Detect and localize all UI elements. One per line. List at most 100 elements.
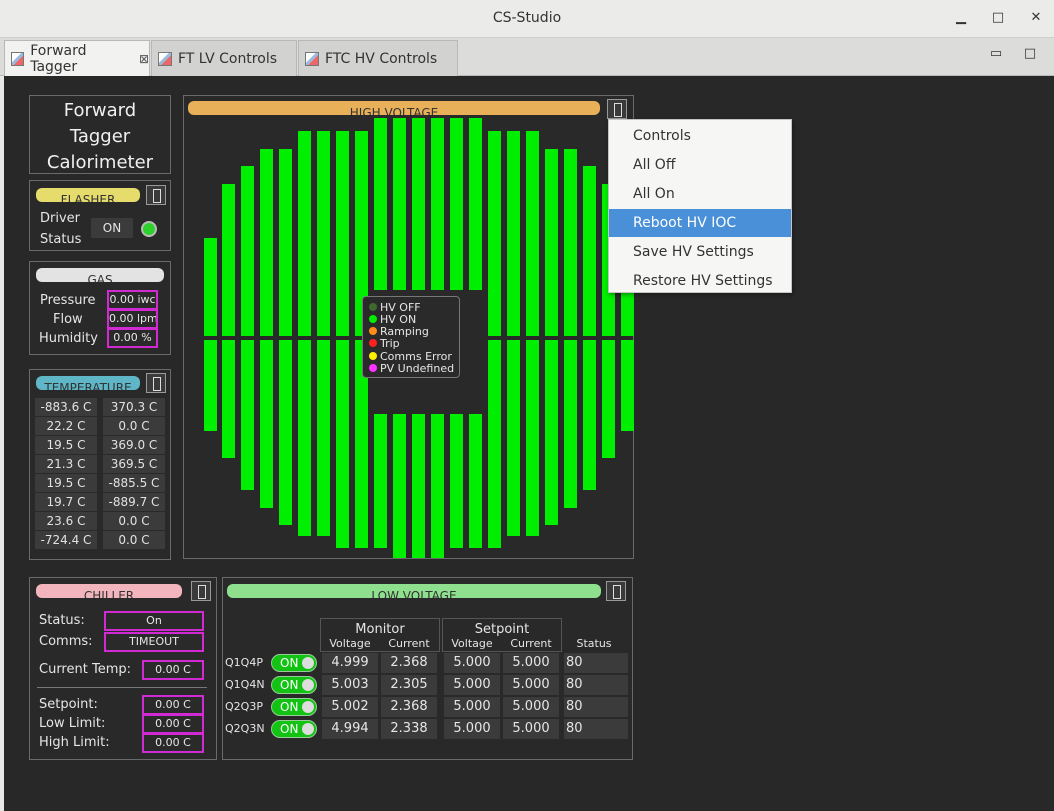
low-voltage-menu-button[interactable] — [606, 581, 626, 601]
temperature-value: -885.5 C — [103, 474, 165, 492]
temperature-value: 370.3 C — [103, 398, 165, 416]
hv-channel-block[interactable] — [526, 340, 539, 536]
window-title: CS-Studio — [492, 10, 562, 26]
hv-channel-block[interactable] — [602, 340, 615, 458]
hv-channel-block[interactable] — [412, 414, 425, 558]
minimize-view-button[interactable]: ▭ — [986, 46, 1006, 64]
hv-channel-block[interactable] — [204, 238, 217, 336]
hv-channel-block[interactable] — [412, 118, 425, 290]
tab-ft-lv-controls[interactable]: FT LV Controls — [151, 40, 297, 76]
setpoint-voltage-value: 5.000 — [444, 697, 500, 717]
close-tab-icon[interactable]: ⊠ — [139, 52, 149, 66]
hv-channel-block[interactable] — [204, 340, 217, 431]
hv-channel-block[interactable] — [393, 414, 406, 558]
pv-undefined-dot-icon — [369, 364, 377, 372]
hv-channel-block[interactable] — [545, 340, 558, 525]
hv-channel-block[interactable] — [279, 149, 292, 336]
tab-ftc-hv-controls[interactable]: FTC HV Controls — [298, 40, 458, 76]
hv-channel-block[interactable] — [336, 131, 349, 336]
menu-item-reboot-hv-ioc[interactable]: Reboot HV IOC — [609, 209, 791, 237]
hv-channel-block[interactable] — [298, 131, 311, 336]
hv-channel-block[interactable] — [507, 131, 520, 336]
pressure-label: Pressure — [40, 293, 96, 308]
chiller-menu-button[interactable] — [191, 581, 211, 601]
display-file-icon — [158, 51, 172, 66]
temperature-value: 21.3 C — [35, 455, 97, 473]
lv-channel-name: Q1Q4N — [225, 678, 265, 691]
hv-channel-block[interactable] — [469, 414, 482, 548]
flasher-menu-button[interactable] — [146, 185, 166, 205]
low-limit-label: Low Limit: — [39, 716, 106, 731]
hv-channel-block[interactable] — [583, 340, 596, 490]
flow-value: 0.00 lpm — [107, 309, 158, 329]
hv-channel-block[interactable] — [488, 340, 501, 548]
status-column-header: Status — [576, 637, 612, 650]
tab-label: Forward Tagger — [30, 42, 87, 75]
humidity-label: Humidity — [39, 331, 98, 346]
temperature-grid: -883.6 C 370.3 C 22.2 C 0.0 C 19.5 C 369.0 C 2… — [33, 398, 169, 553]
menu-item-all-off[interactable]: All Off — [609, 151, 791, 179]
menu-item-save-hv-settings[interactable]: Save HV Settings — [609, 238, 791, 266]
temperature-menu-button[interactable] — [146, 373, 166, 393]
hv-channel-block[interactable] — [488, 131, 501, 336]
hv-channel-block[interactable] — [393, 118, 406, 290]
hv-channel-block[interactable] — [564, 149, 577, 336]
hv-channel-block[interactable] — [317, 131, 330, 336]
monitor-voltage-value: 5.003 — [322, 675, 378, 695]
humidity-value: 0.00 % — [107, 328, 158, 348]
low-voltage-table: Q1Q4P ON 4.999 2.368 5.000 5.000 80 Q1Q4N ON 5.00… — [224, 653, 632, 741]
close-window-button[interactable]: ✕ — [1026, 10, 1046, 28]
setpoint-voltage-value: 5.000 — [444, 653, 500, 673]
tab-label: FTC HV Controls — [325, 50, 438, 67]
hv-channel-block[interactable] — [431, 414, 444, 558]
hv-channel-block[interactable] — [241, 166, 254, 336]
hv-channel-block[interactable] — [260, 149, 273, 336]
lv-channel-toggle[interactable]: ON — [271, 698, 317, 716]
menu-item-all-on[interactable]: All On — [609, 180, 791, 208]
lv-channel-toggle[interactable]: ON — [271, 720, 317, 738]
flasher-on-button[interactable]: ON — [91, 218, 133, 238]
hv-channel-block[interactable] — [450, 414, 463, 548]
minimize-window-button[interactable]: ▁ — [951, 10, 971, 28]
hv-channel-block[interactable] — [298, 340, 311, 536]
hv-channel-block[interactable] — [583, 166, 596, 336]
hv-channel-block[interactable] — [222, 184, 235, 336]
lv-status-value: 80 — [564, 697, 628, 717]
hv-channel-block[interactable] — [545, 149, 558, 336]
menu-item-restore-hv-settings[interactable]: Restore HV Settings — [609, 267, 791, 295]
lv-channel-name: Q2Q3N — [225, 722, 265, 735]
lv-channel-toggle[interactable]: ON — [271, 654, 317, 672]
temperature-value: 19.5 C — [35, 436, 97, 454]
tab-forward-tagger[interactable]: Forward Tagger ⊠ — [4, 40, 150, 76]
setpoint-value: 0.00 C — [142, 695, 204, 715]
lv-channel-name: Q1Q4P — [225, 656, 263, 669]
maximize-window-button[interactable]: □ — [988, 10, 1008, 28]
gas-header: GAS — [36, 268, 164, 282]
hv-channel-block[interactable] — [374, 414, 387, 548]
high-limit-label: High Limit: — [39, 735, 110, 750]
display-file-icon — [305, 51, 319, 66]
hv-channel-block[interactable] — [374, 118, 387, 290]
maximize-view-button[interactable]: □ — [1020, 46, 1040, 64]
temperature-value: -724.4 C — [35, 531, 97, 549]
title-box: Forward Tagger Calorimeter — [29, 95, 171, 174]
hv-channel-block[interactable] — [336, 340, 349, 548]
hv-channel-block[interactable] — [260, 340, 273, 508]
tab-label: FT LV Controls — [178, 50, 277, 67]
hv-channel-block[interactable] — [526, 131, 539, 336]
hv-channel-block[interactable] — [431, 118, 444, 290]
hv-channel-block[interactable] — [241, 340, 254, 490]
menu-item-controls[interactable]: Controls — [609, 122, 791, 150]
hv-channel-block[interactable] — [450, 118, 463, 290]
hv-channel-block[interactable] — [279, 340, 292, 525]
hv-channel-block[interactable] — [621, 340, 634, 431]
high-voltage-menu-button[interactable] — [607, 99, 627, 119]
status-label: Status — [40, 232, 82, 247]
hv-channel-block[interactable] — [507, 340, 520, 536]
hv-channel-block[interactable] — [469, 118, 482, 290]
hv-channel-block[interactable] — [564, 340, 577, 508]
monitor-current-value: 2.338 — [381, 719, 437, 739]
lv-channel-toggle[interactable]: ON — [271, 676, 317, 694]
hv-channel-block[interactable] — [222, 340, 235, 458]
hv-channel-block[interactable] — [317, 340, 330, 536]
